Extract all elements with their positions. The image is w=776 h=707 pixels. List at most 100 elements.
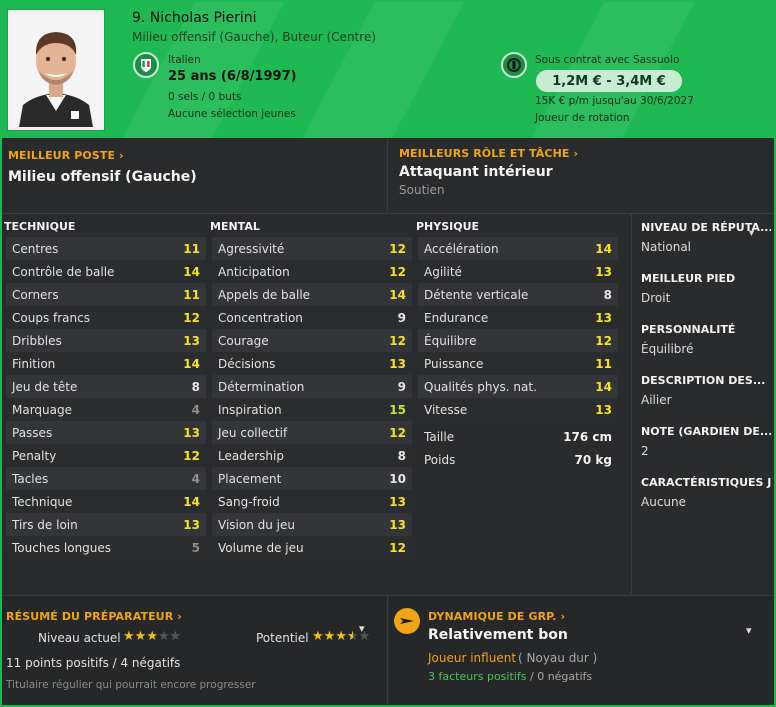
attribute-row[interactable]: Jeu de tête 8: [6, 375, 206, 398]
star-icon: ★: [323, 629, 336, 644]
personality-label: PERSONNALITÉ: [641, 323, 736, 336]
player-description-item[interactable]: DESCRIPTION DES... Ailier: [641, 374, 771, 407]
coach-report-note: Titulaire régulier qui pourrait encore p…: [6, 679, 256, 691]
chevron-down-icon[interactable]: ▾: [359, 622, 365, 635]
attribute-value: 12: [389, 425, 406, 440]
squad-status-text: Joueur de rotation: [535, 112, 630, 124]
attribute-row[interactable]: Centres 11: [6, 237, 206, 260]
attribute-value: 14: [183, 356, 200, 371]
attribute-row[interactable]: Corners 11: [6, 283, 206, 306]
attribute-value: 14: [595, 379, 612, 394]
attribute-value: 13: [595, 310, 612, 325]
attribute-row[interactable]: Inspiration 15: [212, 398, 412, 421]
attribute-label: Passes: [12, 425, 53, 440]
attribute-row[interactable]: Volume de jeu 12: [212, 536, 412, 559]
attribute-row[interactable]: Détente verticale 8: [418, 283, 618, 306]
attribute-row[interactable]: Appels de balle 14: [212, 283, 412, 306]
attribute-row[interactable]: Penalty 12: [6, 444, 206, 467]
attribute-row[interactable]: Équilibre 12: [418, 329, 618, 352]
attribute-value: 13: [389, 494, 406, 509]
positive-factors[interactable]: 3 facteurs positifs: [428, 670, 526, 683]
attribute-row[interactable]: Contrôle de balle 14: [6, 260, 206, 283]
personality-item[interactable]: PERSONNALITÉ Équilibré: [641, 323, 771, 356]
italy-federation-icon[interactable]: [133, 52, 159, 78]
sassuolo-badge-icon[interactable]: [501, 52, 527, 78]
attribute-label: Volume de jeu: [218, 540, 304, 555]
attribute-row[interactable]: Endurance 13: [418, 306, 618, 329]
player-description-label: DESCRIPTION DES...: [641, 374, 766, 387]
attribute-row[interactable]: Vitesse 13: [418, 398, 618, 421]
attribute-label: Anticipation: [218, 264, 290, 279]
attribute-label: Centres: [12, 241, 59, 256]
attribute-label: Tirs de loin: [12, 517, 78, 532]
influence-group: ( Noyau dur ): [518, 651, 598, 665]
attribute-row[interactable]: Finition 14: [6, 352, 206, 375]
squad-dynamics-link[interactable]: DYNAMIQUE DE GRP. ›: [428, 610, 565, 623]
attribute-row[interactable]: Dribbles 13: [6, 329, 206, 352]
player-description-value: Ailier: [641, 393, 672, 407]
attribute-row[interactable]: Tirs de loin 13: [6, 513, 206, 536]
attribute-label: Coups francs: [12, 310, 90, 325]
attribute-row[interactable]: Passes 13: [6, 421, 206, 444]
chevron-down-icon[interactable]: ▾: [746, 624, 752, 637]
attribute-row[interactable]: Jeu collectif 12: [212, 421, 412, 444]
attribute-row[interactable]: Détermination 9: [212, 375, 412, 398]
attribute-row[interactable]: Courage 12: [212, 329, 412, 352]
attribute-row[interactable]: Puissance 11: [418, 352, 618, 375]
player-traits-item[interactable]: CARACTÉRISTIQUES J Aucune: [641, 476, 771, 509]
attribute-value: 14: [595, 241, 612, 256]
influence-status[interactable]: Joueur influent: [428, 651, 516, 665]
best-position-link[interactable]: MEILLEUR POSTE ›: [8, 149, 124, 162]
attribute-row[interactable]: Concentration 9: [212, 306, 412, 329]
mental-header: MENTAL: [210, 220, 260, 233]
star-icon: ★★: [346, 629, 359, 644]
attribute-row[interactable]: Touches longues 5: [6, 536, 206, 559]
current-ability-label: Niveau actuel: [38, 631, 121, 645]
weight-row: Poids 70 kg: [418, 448, 618, 471]
attribute-row[interactable]: Coups francs 12: [6, 306, 206, 329]
player-photo[interactable]: [8, 10, 104, 130]
attribute-value: 10: [389, 471, 406, 486]
goalkeeper-rating-item: NOTE (GARDIEN DE... 2: [641, 425, 771, 458]
attribute-label: Corners: [12, 287, 59, 302]
attribute-row[interactable]: Sang-froid 13: [212, 490, 412, 513]
attribute-value: 13: [183, 517, 200, 532]
attribute-label: Finition: [12, 356, 56, 371]
height-value: 176 cm: [563, 429, 612, 444]
attribute-label: Puissance: [424, 356, 484, 371]
attribute-row[interactable]: Agilité 13: [418, 260, 618, 283]
player-header: 9. Nicholas Pierini Milieu offensif (Gau…: [2, 2, 774, 138]
coach-report-panel: RÉSUMÉ DU PRÉPARATEUR › Niveau actuel ★★…: [2, 595, 388, 705]
attribute-row[interactable]: Tacles 4: [6, 467, 206, 490]
attribute-row[interactable]: Placement 10: [212, 467, 412, 490]
mental-attributes: Agressivité 12 Anticipation 12 Appels de bal…: [212, 237, 412, 559]
attribute-row[interactable]: Agressivité 12: [212, 237, 412, 260]
best-role-link[interactable]: MEILLEURS RÔLE ET TÂCHE ›: [399, 147, 578, 160]
star-icon: ★: [335, 629, 347, 644]
attribute-value: 13: [389, 356, 406, 371]
chevron-down-icon[interactable]: ▾: [749, 228, 754, 239]
squad-dynamics-value: Relativement bon: [428, 627, 568, 643]
coach-report-link[interactable]: RÉSUMÉ DU PRÉPARATEUR ›: [6, 610, 182, 623]
attribute-value: 12: [183, 310, 200, 325]
transfer-value-badge[interactable]: 1,2M € - 3,4M €: [536, 70, 682, 92]
technical-attributes: Centres 11 Contrôle de balle 14 Corners 11 Cou…: [6, 237, 206, 559]
attribute-label: Jeu de tête: [12, 379, 78, 394]
attribute-row[interactable]: Décisions 13: [212, 352, 412, 375]
attribute-row[interactable]: Marquage 4: [6, 398, 206, 421]
attribute-row[interactable]: Accélération 14: [418, 237, 618, 260]
attribute-row[interactable]: Qualités phys. nat. 14: [418, 375, 618, 398]
attribute-row[interactable]: Leadership 8: [212, 444, 412, 467]
attribute-row[interactable]: Vision du jeu 13: [212, 513, 412, 536]
attribute-label: Sang-froid: [218, 494, 280, 509]
attribute-row[interactable]: Technique 14: [6, 490, 206, 513]
attribute-label: Placement: [218, 471, 282, 486]
contract-text[interactable]: Sous contrat avec Sassuolo: [535, 54, 679, 66]
attribute-value: 14: [183, 494, 200, 509]
attribute-label: Agressivité: [218, 241, 285, 256]
attribute-label: Accélération: [424, 241, 499, 256]
attribute-label: Détente verticale: [424, 287, 529, 302]
nationality-text[interactable]: Italien: [168, 54, 201, 66]
attribute-value: 13: [183, 425, 200, 440]
attribute-row[interactable]: Anticipation 12: [212, 260, 412, 283]
